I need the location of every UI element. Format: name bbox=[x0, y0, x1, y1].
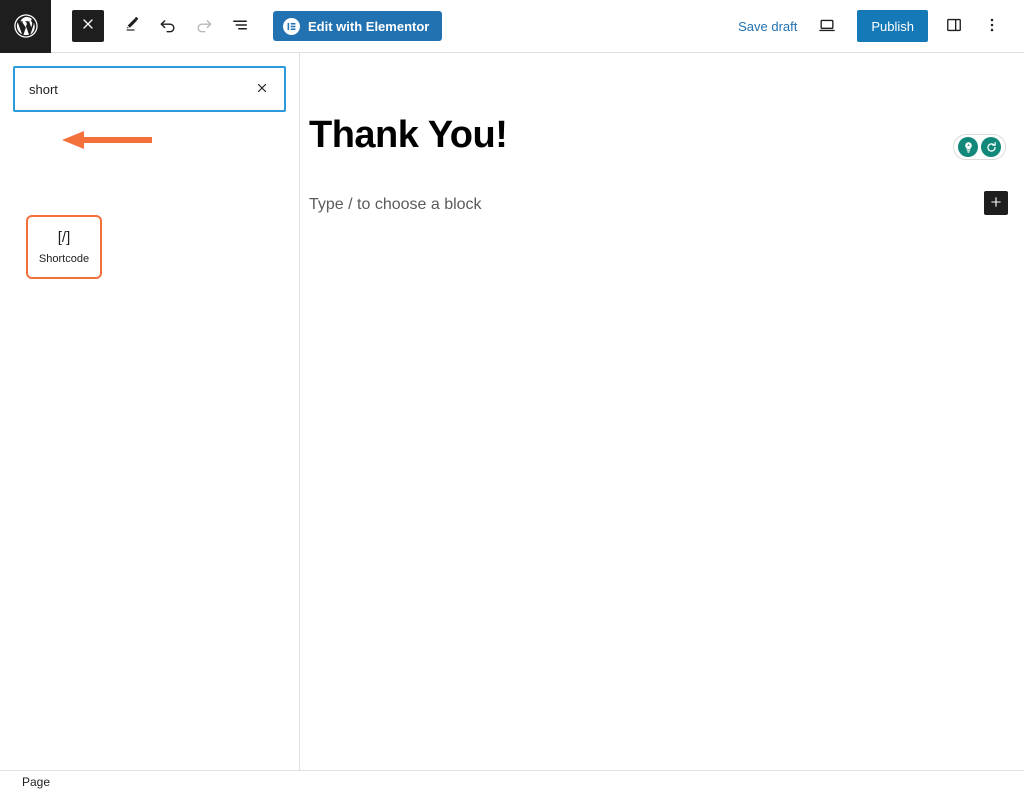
wordpress-logo-button[interactable] bbox=[0, 0, 51, 53]
shortcode-icon: [/] bbox=[57, 228, 71, 246]
clear-search-button[interactable] bbox=[248, 75, 276, 103]
idea-lightbulb-icon[interactable] bbox=[958, 137, 978, 157]
undo-button[interactable] bbox=[150, 8, 186, 44]
page-title[interactable]: Thank You! bbox=[309, 114, 508, 157]
options-menu-button[interactable] bbox=[974, 8, 1010, 44]
refresh-sync-icon[interactable] bbox=[981, 137, 1001, 157]
three-dots-vertical-icon bbox=[982, 15, 1002, 38]
list-view-button[interactable] bbox=[222, 8, 258, 44]
save-draft-button[interactable]: Save draft bbox=[728, 13, 807, 40]
settings-sidebar-toggle-button[interactable] bbox=[936, 8, 972, 44]
block-result-shortcode[interactable]: [/] Shortcode bbox=[26, 215, 102, 279]
empty-block-placeholder[interactable]: Type / to choose a block bbox=[309, 194, 482, 216]
close-icon bbox=[255, 81, 269, 98]
edit-with-elementor-label: Edit with Elementor bbox=[308, 18, 430, 34]
block-search-wrapper bbox=[13, 66, 286, 112]
editor-top-toolbar: Edit with Elementor Save draft Publish bbox=[0, 0, 1024, 53]
sidebar-panel-icon bbox=[944, 15, 964, 38]
toolbar-right-group: Save draft Publish bbox=[728, 8, 1024, 44]
plus-icon bbox=[989, 195, 1003, 212]
search-input[interactable] bbox=[27, 80, 248, 98]
breadcrumb[interactable]: Page bbox=[0, 775, 50, 789]
block-result-label: Shortcode bbox=[38, 252, 90, 265]
pencil-icon bbox=[123, 15, 142, 37]
toolbar-left-group: Edit with Elementor bbox=[51, 8, 443, 44]
elementor-logo-icon bbox=[283, 17, 300, 35]
close-icon bbox=[80, 16, 96, 37]
block-search-box[interactable] bbox=[13, 66, 286, 112]
redo-button[interactable] bbox=[186, 8, 222, 44]
publish-button[interactable]: Publish bbox=[857, 10, 928, 42]
add-block-button[interactable] bbox=[984, 191, 1008, 215]
wordpress-logo-icon bbox=[12, 12, 40, 40]
undo-icon bbox=[158, 15, 178, 38]
edit-with-elementor-button[interactable]: Edit with Elementor bbox=[273, 11, 443, 41]
tools-pencil-button[interactable] bbox=[114, 8, 150, 44]
list-view-icon bbox=[230, 15, 250, 38]
editor-status-bar: Page bbox=[0, 770, 1024, 793]
block-inserter-panel: [/] Shortcode bbox=[0, 53, 300, 770]
desktop-preview-icon bbox=[817, 15, 837, 38]
plugin-tools-pill bbox=[953, 134, 1006, 160]
redo-icon bbox=[194, 15, 214, 38]
close-inserter-button[interactable] bbox=[72, 10, 104, 42]
preview-button[interactable] bbox=[809, 8, 845, 44]
editor-canvas: Thank You! Type / to choose a block bbox=[301, 53, 1024, 770]
annotation-arrow-icon bbox=[62, 131, 152, 149]
